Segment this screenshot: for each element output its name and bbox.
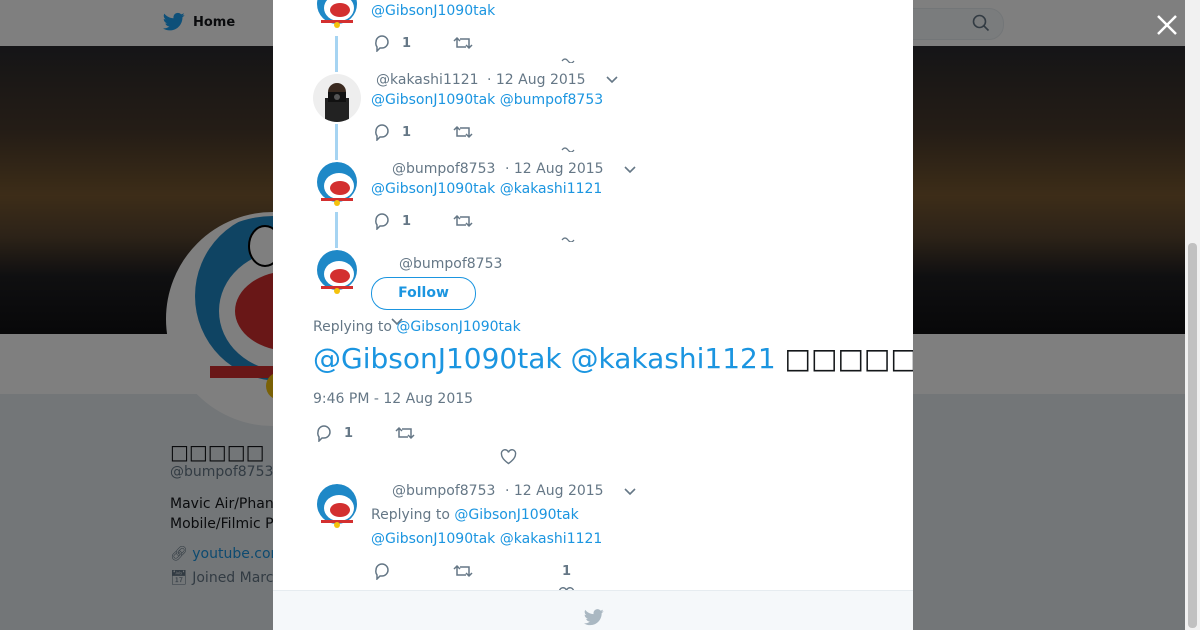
scrollbar[interactable] bbox=[1185, 0, 1200, 630]
tweet-modal: @GibsonJ1090tak 1 @kakashi1121 · 12 Aug … bbox=[273, 0, 913, 630]
reply-count: 1 bbox=[344, 426, 354, 441]
kakashi-avatar-image bbox=[313, 74, 361, 122]
doraemon-avatar-image bbox=[317, 0, 357, 28]
replying-to: Replying to @GibsonJ1090tak bbox=[313, 319, 521, 335]
doraemon-avatar-image bbox=[317, 250, 357, 294]
chevron-down-icon[interactable] bbox=[624, 166, 636, 174]
mention-link[interactable]: @GibsonJ1090tak bbox=[313, 342, 562, 375]
tweet-text: @GibsonJ1090tak @kakashi1121 bbox=[371, 181, 602, 197]
reply-count: 1 bbox=[402, 125, 412, 140]
mention-link[interactable]: @kakashi1121 bbox=[571, 342, 776, 375]
doraemon-avatar-image bbox=[317, 162, 357, 206]
replying-prefix: Replying to bbox=[371, 507, 450, 523]
thread-line bbox=[335, 124, 338, 160]
retweet-icon[interactable] bbox=[453, 35, 473, 51]
replying-to: Replying to @GibsonJ1090tak bbox=[371, 507, 579, 523]
retweet-icon[interactable] bbox=[453, 213, 473, 229]
twitter-bird-icon bbox=[584, 609, 604, 626]
avatar[interactable] bbox=[313, 74, 361, 122]
mention-link[interactable]: @GibsonJ1090tak bbox=[396, 319, 520, 335]
like-count: 1 bbox=[562, 564, 572, 579]
tweet-handle[interactable]: @bumpof8753 bbox=[392, 483, 495, 499]
retweet-icon[interactable] bbox=[453, 124, 473, 140]
tweet-handle[interactable]: @bumpof8753 bbox=[399, 256, 502, 272]
avatar[interactable] bbox=[313, 484, 361, 532]
thread-line bbox=[335, 36, 338, 72]
scrollbar-thumb[interactable] bbox=[1188, 243, 1197, 628]
mention-link[interactable]: @GibsonJ1090tak bbox=[371, 92, 495, 108]
tweet-handle[interactable]: @kakashi1121 bbox=[376, 72, 479, 88]
reply-icon[interactable] bbox=[315, 424, 333, 442]
retweet-icon[interactable] bbox=[453, 563, 473, 579]
more-replies-icon bbox=[561, 237, 575, 242]
tweet-text: @GibsonJ1090tak @bumpof8753 bbox=[371, 92, 603, 108]
avatar[interactable] bbox=[313, 162, 361, 210]
tweet-body: □□□□□□□□□□□□□□□□ bbox=[784, 342, 913, 375]
close-icon[interactable] bbox=[1154, 12, 1180, 38]
mention-link[interactable]: @GibsonJ1090tak bbox=[371, 3, 495, 19]
modal-footer bbox=[273, 590, 913, 630]
mention-link[interactable]: @kakashi1121 bbox=[500, 531, 603, 547]
mention-link[interactable]: @GibsonJ1090tak bbox=[371, 531, 495, 547]
main-tweet-text: @GibsonJ1090tak @kakashi1121 □□□□□□□□□□□… bbox=[313, 342, 913, 375]
reply-icon[interactable] bbox=[373, 123, 391, 141]
avatar[interactable] bbox=[313, 0, 361, 32]
reply-count: 1 bbox=[402, 214, 412, 229]
mention-link[interactable]: @kakashi1121 bbox=[500, 181, 603, 197]
tweet-date[interactable]: · 12 Aug 2015 bbox=[487, 72, 586, 88]
reply-icon[interactable] bbox=[373, 34, 391, 52]
tweet-text: @GibsonJ1090tak @kakashi1121 bbox=[371, 531, 602, 547]
avatar[interactable] bbox=[313, 250, 361, 298]
retweet-icon[interactable] bbox=[395, 425, 415, 441]
chevron-down-icon[interactable] bbox=[624, 488, 636, 496]
thread-line bbox=[335, 212, 338, 248]
chevron-down-icon[interactable] bbox=[606, 76, 618, 84]
more-replies-icon bbox=[561, 58, 575, 63]
tweet-date[interactable]: · 12 Aug 2015 bbox=[505, 161, 604, 177]
follow-button[interactable]: Follow bbox=[371, 277, 476, 310]
reply-icon[interactable] bbox=[373, 212, 391, 230]
tweet-date[interactable]: · 12 Aug 2015 bbox=[505, 483, 604, 499]
more-replies-icon bbox=[561, 147, 575, 152]
reply-icon[interactable] bbox=[373, 562, 391, 580]
replying-prefix: Replying to bbox=[313, 319, 392, 335]
tweet-handle[interactable]: @bumpof8753 bbox=[392, 161, 495, 177]
mention-link[interactable]: @GibsonJ1090tak bbox=[454, 507, 578, 523]
mention-link[interactable]: @GibsonJ1090tak bbox=[371, 181, 495, 197]
reply-count: 1 bbox=[402, 36, 412, 51]
tweet-timestamp[interactable]: 9:46 PM - 12 Aug 2015 bbox=[313, 391, 473, 407]
doraemon-avatar-image bbox=[317, 484, 357, 528]
mention-link[interactable]: @bumpof8753 bbox=[500, 92, 603, 108]
heart-icon[interactable] bbox=[500, 449, 517, 465]
